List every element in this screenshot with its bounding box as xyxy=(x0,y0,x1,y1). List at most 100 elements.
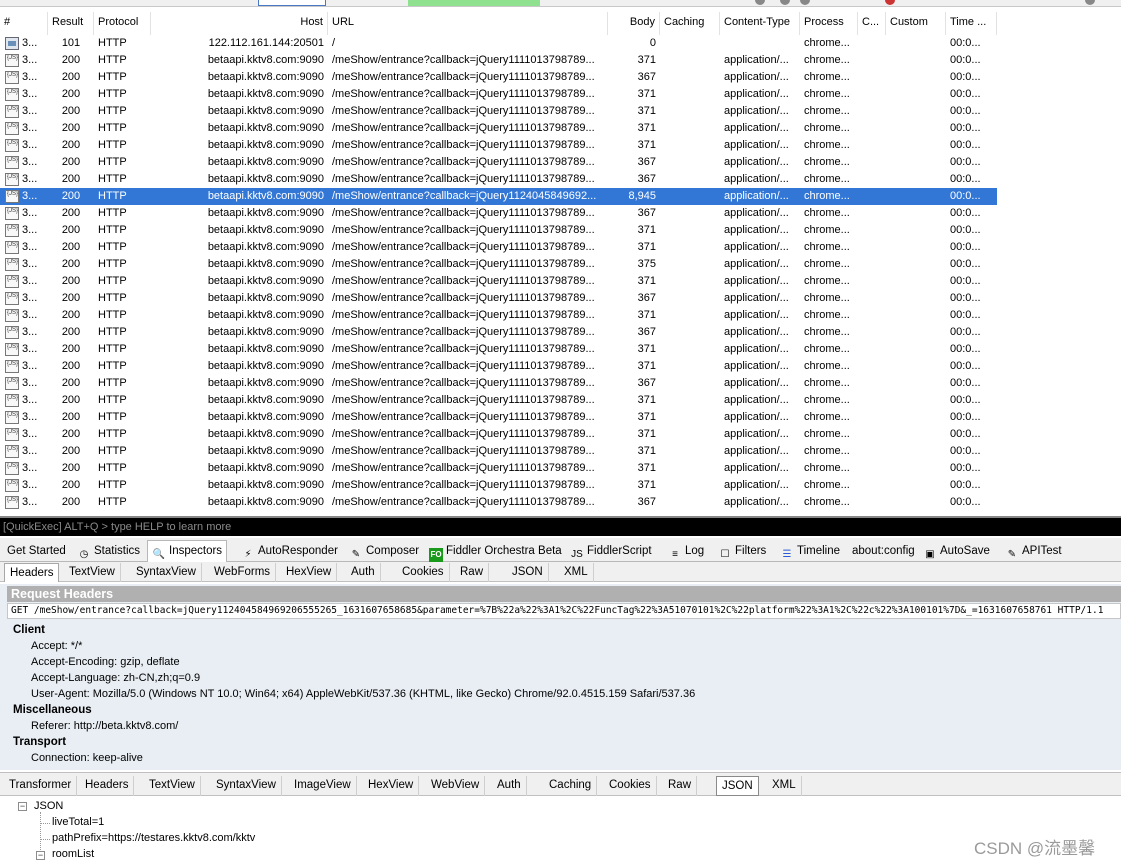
col-caching-header[interactable]: Caching xyxy=(660,12,720,35)
session-row[interactable]: {JS} 3... 200 HTTP betaapi.kktv8.com:9090/me… xyxy=(0,256,997,273)
response-tab-headers[interactable]: Headers xyxy=(80,776,135,796)
header-item[interactable]: User-Agent: Mozilla/5.0 (Windows NT 10.0… xyxy=(31,688,695,700)
header-item[interactable]: Accept-Encoding: gzip, deflate xyxy=(31,656,180,668)
request-tab-syntaxview[interactable]: SyntaxView xyxy=(131,563,202,582)
tab-timeline[interactable]: ☰ Timeline xyxy=(776,541,844,562)
session-row[interactable]: {JS} 3... 200 HTTP betaapi.kktv8.com:9090/me… xyxy=(0,137,997,154)
session-row[interactable]: {JS} 3... 200 HTTP betaapi.kktv8.com:9090/me… xyxy=(0,222,997,239)
header-item[interactable]: Accept-Language: zh-CN,zh;q=0.9 xyxy=(31,672,200,684)
col-custom-header[interactable]: Custom xyxy=(886,12,946,35)
request-tab-raw[interactable]: Raw xyxy=(455,563,490,582)
tab-fiddlerscript[interactable]: JS FiddlerScript xyxy=(566,541,656,562)
toolbar-icon[interactable] xyxy=(755,0,765,5)
response-tab-webview[interactable]: WebView xyxy=(426,776,486,796)
session-row[interactable]: {JS} 3... 200 HTTP betaapi.kktv8.com:9090/me… xyxy=(0,392,997,409)
tab-filters[interactable]: ☐ Filters xyxy=(714,541,770,562)
session-row[interactable]: {JS} 3... 200 HTTP betaapi.kktv8.com:9090/me… xyxy=(0,443,997,460)
tab-autoresponder[interactable]: ⚡ AutoResponder xyxy=(237,541,342,562)
response-tab-transformer[interactable]: Transformer xyxy=(4,776,78,796)
col-time-header[interactable]: Time ... xyxy=(946,12,997,35)
quickexec-bar[interactable]: [QuickExec] ALT+Q > type HELP to learn m… xyxy=(0,516,1121,536)
session-row[interactable]: {JS} 3... 200 HTTP betaapi.kktv8.com:9090/me… xyxy=(0,86,997,103)
toolbar-icon[interactable] xyxy=(800,0,810,5)
session-row[interactable]: {JS} 3... 200 HTTP betaapi.kktv8.com:9090/me… xyxy=(0,154,997,171)
response-tab-xml[interactable]: XML xyxy=(767,776,802,796)
response-tab-syntaxview[interactable]: SyntaxView xyxy=(211,776,282,796)
tab-apitest[interactable]: ✎ APITest xyxy=(1001,541,1066,562)
response-tab-imageview[interactable]: ImageView xyxy=(289,776,357,796)
header-item[interactable]: Accept: */* xyxy=(31,640,82,652)
collapse-icon[interactable]: − xyxy=(18,802,27,811)
tree-node[interactable]: liveTotal=1 xyxy=(52,816,104,828)
collapse-icon[interactable]: − xyxy=(36,851,45,860)
session-row[interactable]: {JS} 3... 200 HTTP betaapi.kktv8.com:9090/me… xyxy=(0,409,997,426)
session-row[interactable]: {JS} 3... 200 HTTP betaapi.kktv8.com:9090/me… xyxy=(0,426,997,443)
session-row[interactable]: 3... 101 HTTP 122.112.161.144:20501 / 0 chrome… xyxy=(0,35,997,52)
session-row[interactable]: {JS} 3... 200 HTTP betaapi.kktv8.com:9090/me… xyxy=(0,375,997,392)
tab-autosave[interactable]: ▣ AutoSave xyxy=(919,541,994,562)
request-tab-auth[interactable]: Auth xyxy=(346,563,381,582)
request-tab-hexview[interactable]: HexView xyxy=(281,563,338,582)
toolbar-dropdown[interactable] xyxy=(258,0,326,6)
tab-inspectors[interactable]: 🔍 Inspectors xyxy=(147,540,228,562)
request-tab-headers[interactable]: Headers xyxy=(4,563,60,582)
response-tab-cookies[interactable]: Cookies xyxy=(604,776,657,796)
session-row[interactable]: {JS} 3... 200 HTTP betaapi.kktv8.com:9090/me… xyxy=(0,120,997,137)
col-host-header[interactable]: Host xyxy=(151,12,328,35)
session-row[interactable]: {JS} 3... 200 HTTP betaapi.kktv8.com:9090/me… xyxy=(0,239,997,256)
session-row[interactable]: {JS} 3... 200 HTTP betaapi.kktv8.com:9090/me… xyxy=(0,477,997,494)
session-row[interactable]: {JS} 3... 200 HTTP betaapi.kktv8.com:9090/me… xyxy=(0,460,997,477)
col-url-header[interactable]: URL xyxy=(328,12,608,35)
javascript-icon: {JS} xyxy=(5,462,19,475)
session-row[interactable]: {JS} 3... 200 HTTP betaapi.kktv8.com:9090/me… xyxy=(0,290,997,307)
col-body-header[interactable]: Body xyxy=(608,12,660,35)
session-row[interactable]: {JS} 3... 200 HTTP betaapi.kktv8.com:9090/me… xyxy=(0,494,997,511)
tab-about-config[interactable]: about:config xyxy=(848,541,919,562)
col-number-header[interactable]: # xyxy=(0,12,48,35)
session-row[interactable]: {JS} 3... 200 HTTP betaapi.kktv8.com:9090/me… xyxy=(0,341,997,358)
col-content-type-header[interactable]: Content-Type xyxy=(720,12,800,35)
session-row[interactable]: {JS} 3... 200 HTTP betaapi.kktv8.com:9090/me… xyxy=(0,188,997,205)
session-row[interactable]: {JS} 3... 200 HTTP betaapi.kktv8.com:9090/me… xyxy=(0,273,997,290)
session-row[interactable]: {JS} 3... 200 HTTP betaapi.kktv8.com:9090/me… xyxy=(0,205,997,222)
session-row[interactable]: {JS} 3... 200 HTTP betaapi.kktv8.com:9090/me… xyxy=(0,307,997,324)
request-line[interactable]: GET /meShow/entrance?callback=jQuery1124… xyxy=(7,603,1121,619)
header-item[interactable]: Referer: http://beta.kktv8.com/ xyxy=(31,720,178,732)
toolbar-icon[interactable] xyxy=(885,0,895,5)
tree-node[interactable]: pathPrefix=https://testares.kktv8.com/kk… xyxy=(52,832,255,844)
col-content-type: application/... xyxy=(724,156,789,168)
session-row[interactable]: {JS} 3... 200 HTTP betaapi.kktv8.com:9090/me… xyxy=(0,358,997,375)
session-row[interactable]: {JS} 3... 200 HTTP betaapi.kktv8.com:9090/me… xyxy=(0,69,997,86)
col-comments-header[interactable]: C... xyxy=(858,12,886,35)
response-tab-hexview[interactable]: HexView xyxy=(363,776,420,796)
request-tab-webforms[interactable]: WebForms xyxy=(209,563,277,582)
request-tab-textview[interactable]: TextView xyxy=(64,563,121,582)
tree-root[interactable]: JSON xyxy=(34,800,63,812)
session-row[interactable]: {JS} 3... 200 HTTP betaapi.kktv8.com:9090/me… xyxy=(0,52,997,69)
tab-statistics[interactable]: ◷ Statistics xyxy=(73,541,144,562)
response-tab-raw[interactable]: Raw xyxy=(663,776,698,796)
keep-sessions-dropdown[interactable] xyxy=(408,0,540,6)
response-tab-json[interactable]: JSON xyxy=(716,776,759,796)
col-process: chrome... xyxy=(804,462,850,474)
tab-log[interactable]: ≡ Log xyxy=(664,541,708,562)
request-tab-cookies[interactable]: Cookies xyxy=(397,563,450,582)
session-row[interactable]: {JS} 3... 200 HTTP betaapi.kktv8.com:9090/me… xyxy=(0,324,997,341)
response-tab-textview[interactable]: TextView xyxy=(144,776,201,796)
response-tab-caching[interactable]: Caching xyxy=(544,776,598,796)
col-protocol-header[interactable]: Protocol xyxy=(94,12,151,35)
col-process-header[interactable]: Process xyxy=(800,12,858,35)
toolbar-icon[interactable] xyxy=(1085,0,1095,5)
tab-composer[interactable]: ✎ Composer xyxy=(345,541,423,562)
header-item[interactable]: Connection: keep-alive xyxy=(31,752,143,764)
col-result-header[interactable]: Result xyxy=(48,12,94,35)
request-tab-xml[interactable]: XML xyxy=(559,563,594,582)
response-tab-auth[interactable]: Auth xyxy=(492,776,527,796)
tab-fiddler-orchestra-beta[interactable]: FO Fiddler Orchestra Beta xyxy=(425,541,566,562)
session-row[interactable]: {JS} 3... 200 HTTP betaapi.kktv8.com:9090/me… xyxy=(0,103,997,120)
tree-node[interactable]: roomList xyxy=(52,848,94,860)
session-row[interactable]: {JS} 3... 200 HTTP betaapi.kktv8.com:9090/me… xyxy=(0,171,997,188)
tab-get-started[interactable]: Get Started xyxy=(3,541,70,562)
toolbar-icon[interactable] xyxy=(780,0,790,5)
request-tab-json[interactable]: JSON xyxy=(507,563,549,582)
